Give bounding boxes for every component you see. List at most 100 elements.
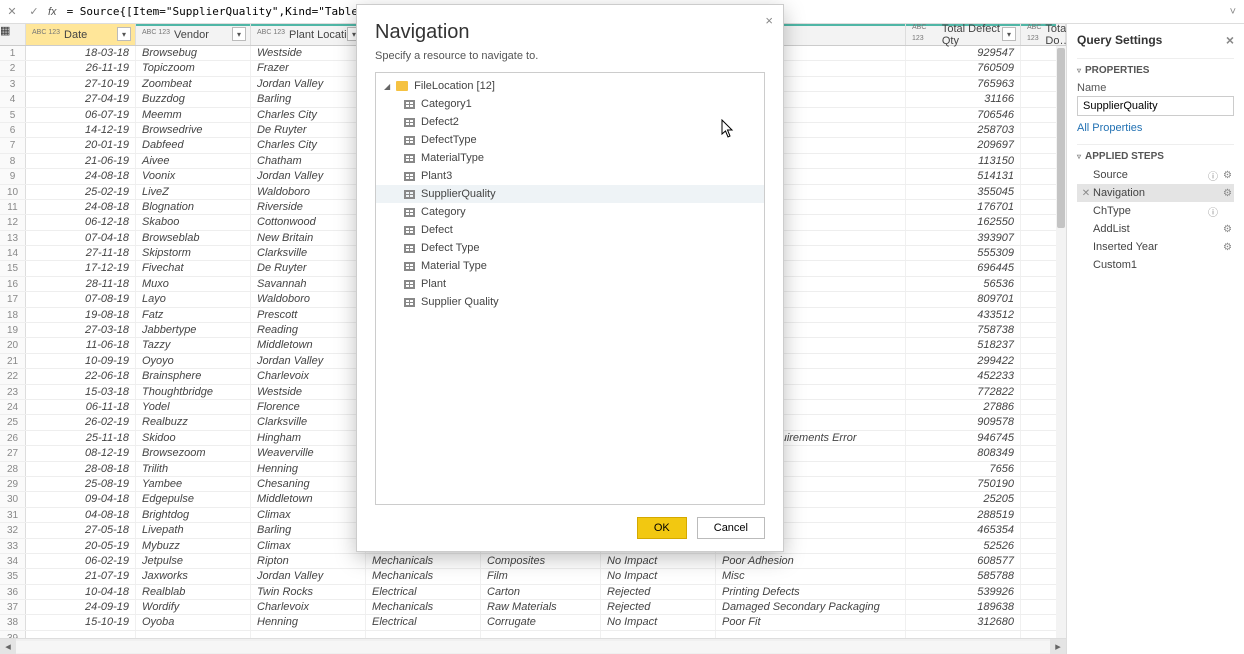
row-number: 33 <box>0 539 26 553</box>
cell-plant: Climax <box>251 539 366 553</box>
applied-step[interactable]: Custom1 <box>1077 256 1234 274</box>
dialog-title: Navigation <box>375 21 765 44</box>
tree-item[interactable]: Plant <box>376 275 764 293</box>
scroll-left-icon[interactable]: ◂ <box>0 639 16 654</box>
table-icon <box>404 190 415 199</box>
horizontal-scrollbar[interactable]: ◂ ▸ <box>0 638 1066 654</box>
column-header-plant-location[interactable]: ABC 123Plant Location▾ <box>251 24 366 45</box>
cell-date: 24-08-18 <box>26 169 136 183</box>
table-row[interactable]: 34 06-02-19 Jetpulse Ripton Mechanicals … <box>0 554 1066 569</box>
applied-step[interactable]: ChTypeⓘ <box>1077 202 1234 220</box>
tree-item[interactable]: Defect Type <box>376 239 764 257</box>
row-number: 29 <box>0 477 26 491</box>
gear-icon[interactable]: ⚙ <box>1223 242 1232 253</box>
expand-formula-icon[interactable]: ˅ <box>1226 6 1240 18</box>
tree-item[interactable]: Plant3 <box>376 167 764 185</box>
all-properties-link[interactable]: All Properties <box>1077 122 1142 134</box>
cell-plant: Prescott <box>251 308 366 322</box>
table-row[interactable]: 37 24-09-19 Wordify Charlevoix Mechanica… <box>0 600 1066 615</box>
cell-plant: Charles City <box>251 138 366 152</box>
chevron-down-icon[interactable]: ▾ <box>1002 27 1016 41</box>
close-dialog-icon[interactable]: × <box>765 13 773 28</box>
tree-item[interactable]: Category1 <box>376 95 764 113</box>
row-number: 28 <box>0 462 26 476</box>
cell-plant: Frazer <box>251 61 366 75</box>
info-icon[interactable]: ⓘ <box>1208 204 1218 219</box>
applied-steps-header: APPLIED STEPS <box>1085 151 1164 162</box>
cell-vendor: Meemm <box>136 108 251 122</box>
table-icon <box>404 136 415 145</box>
cell-vendor: Realbuzz <box>136 415 251 429</box>
tree-item[interactable]: Defect2 <box>376 113 764 131</box>
cell-date: 08-12-19 <box>26 446 136 460</box>
vertical-scrollbar[interactable] <box>1056 46 1066 638</box>
scroll-right-icon[interactable]: ▸ <box>1050 639 1066 654</box>
applied-step[interactable]: Sourceⓘ⚙ <box>1077 166 1234 184</box>
cell-plant: Charles City <box>251 108 366 122</box>
chevron-down-icon[interactable]: ▿ <box>1077 66 1081 75</box>
chevron-down-icon[interactable]: ▿ <box>1077 152 1081 161</box>
cell-plant: De Ruyter <box>251 123 366 137</box>
column-header-vendor[interactable]: ABC 123Vendor▾ <box>136 24 251 45</box>
cell-date: 25-02-19 <box>26 185 136 199</box>
row-number: 19 <box>0 323 26 337</box>
cell-plant: De Ruyter <box>251 261 366 275</box>
column-header-date[interactable]: ABC 123Date▾ <box>26 24 136 45</box>
chevron-down-icon[interactable]: ◢ <box>384 82 390 91</box>
cell-plant: Charlevoix <box>251 369 366 383</box>
tree-item[interactable]: MaterialType <box>376 149 764 167</box>
tree-root[interactable]: ◢ FileLocation [12] <box>376 77 764 95</box>
gear-icon[interactable]: ⚙ <box>1223 170 1232 181</box>
cell-date: 09-04-18 <box>26 492 136 506</box>
cell-qty: 355045 <box>906 185 1021 199</box>
column-header-total-downtime[interactable]: ABC 123Total Do… <box>1021 24 1066 45</box>
cell-vendor: Zoombeat <box>136 77 251 91</box>
cell-qty: 27886 <box>906 400 1021 414</box>
chevron-down-icon[interactable]: ▾ <box>117 27 131 41</box>
info-icon[interactable]: ⓘ <box>1208 168 1218 183</box>
cell-defect-material <box>481 631 601 638</box>
table-index-icon[interactable]: ▦ <box>0 24 26 45</box>
row-number: 20 <box>0 338 26 352</box>
applied-step[interactable]: AddList⚙ <box>1077 220 1234 238</box>
properties-header: PROPERTIES <box>1085 65 1149 76</box>
cancel-button[interactable]: Cancel <box>697 517 765 539</box>
row-number: 14 <box>0 246 26 260</box>
cell-qty: 52526 <box>906 539 1021 553</box>
commit-formula-icon[interactable]: ✓ <box>26 4 42 20</box>
tree-item[interactable]: Category <box>376 203 764 221</box>
cell-vendor: Skidoo <box>136 431 251 445</box>
cancel-formula-icon[interactable]: ✕ <box>4 4 20 20</box>
tree-item[interactable]: Defect <box>376 221 764 239</box>
applied-step[interactable]: Inserted Year⚙ <box>1077 238 1234 256</box>
table-row[interactable]: 38 15-10-19 Oyoba Henning Electrical Cor… <box>0 615 1066 630</box>
tree-item[interactable]: DefectType <box>376 131 764 149</box>
cell-vendor: Yodel <box>136 400 251 414</box>
gear-icon[interactable]: ⚙ <box>1223 188 1232 199</box>
tree-item[interactable]: SupplierQuality <box>376 185 764 203</box>
close-panel-icon[interactable]: × <box>1226 32 1234 48</box>
ok-button[interactable]: OK <box>637 517 687 539</box>
query-name-input[interactable] <box>1077 96 1234 116</box>
cell-material <box>366 631 481 638</box>
applied-step[interactable]: ✕Navigation⚙ <box>1077 184 1234 202</box>
column-header-total-defect-qty[interactable]: ABC 123Total Defect Qty▾ <box>906 24 1021 45</box>
row-number: 16 <box>0 277 26 291</box>
cell-qty: 176701 <box>906 200 1021 214</box>
row-number: 24 <box>0 400 26 414</box>
cell-defect-material: Corrugate <box>481 615 601 629</box>
row-number: 34 <box>0 554 26 568</box>
cell-date: 18-03-18 <box>26 46 136 60</box>
cell-qty: 288519 <box>906 508 1021 522</box>
tree-item[interactable]: Material Type <box>376 257 764 275</box>
cell-date: 21-07-19 <box>26 569 136 583</box>
row-number: 3 <box>0 77 26 91</box>
table-row[interactable]: 35 21-07-19 Jaxworks Jordan Valley Mecha… <box>0 569 1066 584</box>
gear-icon[interactable]: ⚙ <box>1223 224 1232 235</box>
table-row[interactable]: 36 10-04-18 Realblab Twin Rocks Electric… <box>0 585 1066 600</box>
tree-item[interactable]: Supplier Quality <box>376 293 764 311</box>
cell-plant: Riverside <box>251 200 366 214</box>
cell-plant: Henning <box>251 615 366 629</box>
table-row[interactable]: 39 <box>0 631 1066 638</box>
chevron-down-icon[interactable]: ▾ <box>232 27 246 41</box>
